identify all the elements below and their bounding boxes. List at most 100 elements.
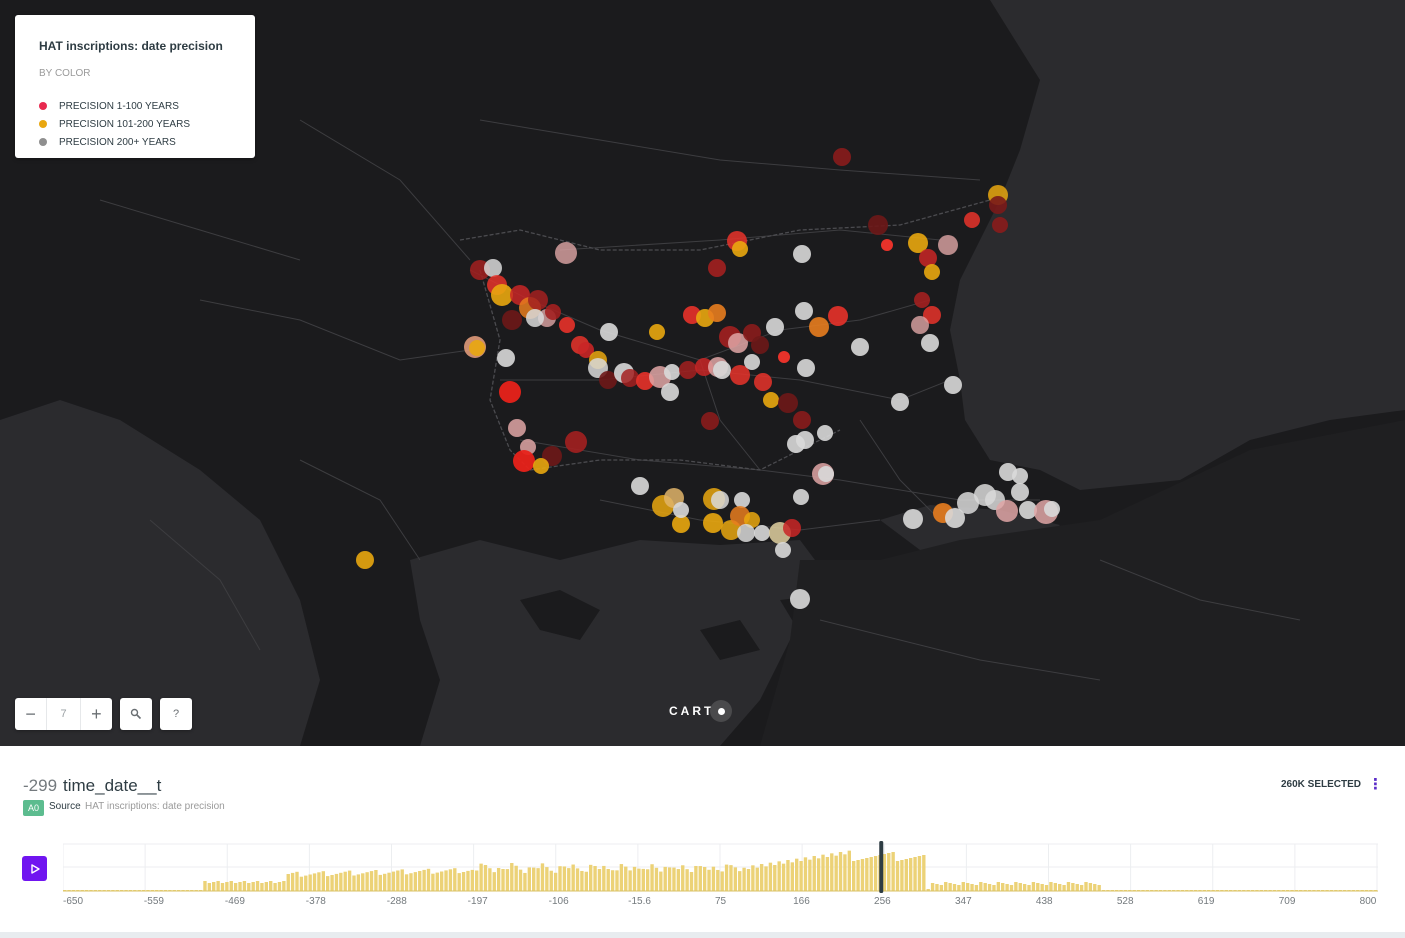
histogram-bar[interactable] <box>821 854 825 891</box>
histogram-bar[interactable] <box>689 871 694 891</box>
histogram-bar[interactable] <box>475 870 479 891</box>
histogram-bar[interactable] <box>453 868 457 891</box>
histogram-bar[interactable] <box>470 869 475 891</box>
histogram-bar[interactable] <box>299 876 304 891</box>
histogram-bar[interactable] <box>1009 885 1014 891</box>
histogram-bar[interactable] <box>212 882 216 891</box>
histogram-bar[interactable] <box>540 863 545 891</box>
histogram-bar[interactable] <box>597 869 602 891</box>
histogram-bar[interactable] <box>352 875 356 892</box>
histogram-bar[interactable] <box>251 882 255 891</box>
histogram-bar[interactable] <box>1036 883 1040 891</box>
histogram-bar[interactable] <box>751 865 755 891</box>
histogram-bar[interactable] <box>944 882 948 891</box>
histogram-bar[interactable] <box>948 883 952 891</box>
histogram-bar[interactable] <box>1093 884 1097 891</box>
histogram-bar[interactable] <box>632 866 637 891</box>
histogram-bar[interactable] <box>1022 884 1027 891</box>
histogram-bar[interactable] <box>965 883 970 891</box>
carto-attribution[interactable]: CART <box>669 700 733 722</box>
histogram-bar[interactable] <box>347 870 352 891</box>
histogram-bar[interactable] <box>571 864 575 891</box>
histogram-bar[interactable] <box>203 881 207 891</box>
histogram-bar[interactable] <box>255 881 260 891</box>
histogram-bar[interactable] <box>580 870 584 891</box>
histogram-bar[interactable] <box>426 868 431 891</box>
histogram-bar[interactable] <box>1044 885 1049 891</box>
histogram-bar[interactable] <box>1005 884 1009 891</box>
histogram-bar[interactable] <box>799 861 803 891</box>
histogram-bar[interactable] <box>431 873 435 891</box>
zoom-out-button[interactable]: − <box>15 698 46 730</box>
histogram-bar[interactable] <box>523 872 527 891</box>
search-button[interactable] <box>120 698 152 730</box>
histogram-bar[interactable] <box>505 869 510 891</box>
histogram-bar[interactable] <box>527 867 532 891</box>
histogram-bar[interactable] <box>1097 885 1101 891</box>
histogram-bar[interactable] <box>773 865 777 891</box>
histogram-bar[interactable] <box>681 865 685 891</box>
histogram-bar[interactable] <box>1071 883 1075 891</box>
histogram-bar[interactable] <box>216 881 220 891</box>
help-button[interactable]: ? <box>160 698 192 730</box>
histogram-bar[interactable] <box>369 871 374 891</box>
histogram-bar[interactable] <box>983 883 987 891</box>
histogram-bar[interactable] <box>483 865 488 891</box>
histogram-bar[interactable] <box>869 857 873 891</box>
histogram-bar[interactable] <box>759 864 764 891</box>
map-canvas[interactable]: HAT inscriptions: date precision BY COLO… <box>0 0 1405 746</box>
histogram-bar[interactable] <box>273 883 277 891</box>
histogram-bar[interactable] <box>1049 882 1053 891</box>
histogram-bar[interactable] <box>225 882 229 891</box>
histogram-bar[interactable] <box>1088 883 1093 891</box>
histogram-bar[interactable] <box>1053 883 1058 891</box>
histogram-bar[interactable] <box>553 872 558 891</box>
histogram-bar[interactable] <box>716 869 720 891</box>
histogram-bar[interactable] <box>466 870 470 891</box>
histogram-bar[interactable] <box>816 858 821 891</box>
histogram-bar[interactable] <box>834 855 838 891</box>
histogram-bar[interactable] <box>435 872 439 891</box>
histogram-bar[interactable] <box>229 881 233 891</box>
histogram-bar[interactable] <box>382 873 387 891</box>
histogram-bar[interactable] <box>413 872 418 891</box>
histogram-bar[interactable] <box>584 871 588 891</box>
histogram-bar[interactable] <box>729 865 733 891</box>
histogram-bar[interactable] <box>873 856 878 891</box>
histogram-bar[interactable] <box>400 869 404 891</box>
histogram-bar[interactable] <box>838 852 843 891</box>
histogram-bar[interactable] <box>856 860 860 891</box>
histogram-bar[interactable] <box>321 871 325 891</box>
histogram-bar[interactable] <box>308 874 312 892</box>
histogram-bar[interactable] <box>233 883 238 891</box>
histogram-bar[interactable] <box>1018 883 1022 891</box>
histogram-bar[interactable] <box>935 884 939 891</box>
histogram-bar[interactable] <box>409 873 413 891</box>
histogram-bar[interactable] <box>532 867 536 891</box>
histogram-bar[interactable] <box>207 883 212 891</box>
histogram-bar[interactable] <box>334 873 339 891</box>
histogram-bar[interactable] <box>707 869 711 891</box>
histogram-bar[interactable] <box>641 868 645 891</box>
histogram-bar[interactable] <box>290 872 295 891</box>
histogram-bar[interactable] <box>220 883 225 891</box>
histogram-bar[interactable] <box>733 867 738 891</box>
histogram-bar[interactable] <box>422 869 426 891</box>
histogram-bar[interactable] <box>795 858 799 891</box>
histogram-bar[interactable] <box>742 867 746 891</box>
histogram-bar[interactable] <box>312 873 317 891</box>
histogram-bar[interactable] <box>922 855 926 891</box>
histogram-bar[interactable] <box>488 868 492 891</box>
histogram-bar[interactable] <box>356 874 361 891</box>
histogram-bar[interactable] <box>361 873 365 891</box>
histogram-bar[interactable] <box>904 859 908 891</box>
histogram-bar[interactable] <box>913 857 917 891</box>
histogram-bar[interactable] <box>260 883 264 891</box>
histogram-bar[interactable] <box>987 884 992 891</box>
histogram-bar[interactable] <box>615 870 619 891</box>
histogram-bar[interactable] <box>659 871 663 891</box>
histogram-bar[interactable] <box>1058 884 1062 891</box>
histogram-bar[interactable] <box>558 866 562 891</box>
histogram-bar[interactable] <box>711 866 716 891</box>
histogram-bar[interactable] <box>786 860 790 891</box>
